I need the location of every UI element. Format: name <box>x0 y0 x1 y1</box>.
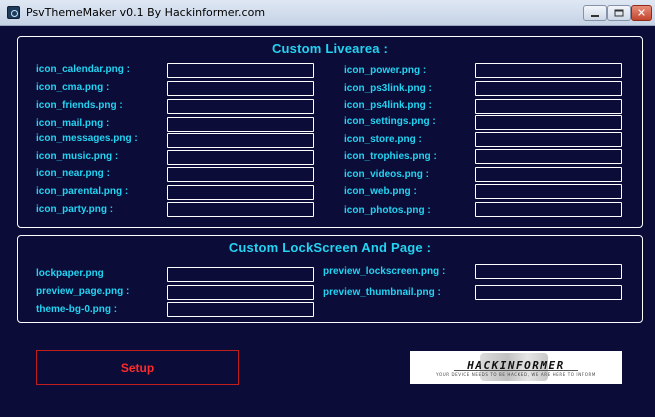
label-theme-bg: theme-bg-0.png : <box>36 304 118 315</box>
label-icon-trophies: icon_trophies.png : <box>344 151 437 162</box>
label-icon-calendar: icon_calendar.png : <box>36 64 130 75</box>
input-lockpaper[interactable] <box>167 267 314 282</box>
maximize-button[interactable] <box>607 5 631 21</box>
input-theme-bg[interactable] <box>167 302 314 317</box>
minimize-button[interactable] <box>583 5 607 21</box>
label-icon-music: icon_music.png : <box>36 151 119 162</box>
label-icon-near: icon_near.png : <box>36 168 110 179</box>
input-icon-parental[interactable] <box>167 185 314 200</box>
input-icon-photos[interactable] <box>475 202 622 217</box>
label-icon-ps3link: icon_ps3link.png : <box>344 83 432 94</box>
input-preview-lockscreen[interactable] <box>475 264 622 279</box>
logo-divider <box>454 370 578 371</box>
setup-button[interactable]: Setup <box>36 350 239 385</box>
label-icon-cma: icon_cma.png : <box>36 82 110 93</box>
input-icon-messages[interactable] <box>167 133 314 148</box>
label-preview-lockscreen: preview_lockscreen.png : <box>323 266 446 277</box>
input-icon-music[interactable] <box>167 150 314 165</box>
input-icon-trophies[interactable] <box>475 149 622 164</box>
input-icon-calendar[interactable] <box>167 63 314 78</box>
input-icon-mail[interactable] <box>167 117 314 132</box>
livearea-title: Custom Livearea : <box>271 41 389 56</box>
input-icon-party[interactable] <box>167 202 314 217</box>
label-icon-web: icon_web.png : <box>344 186 417 197</box>
label-preview-thumbnail: preview_thumbnail.png : <box>323 287 441 298</box>
input-icon-near[interactable] <box>167 167 314 182</box>
input-icon-videos[interactable] <box>475 167 622 182</box>
input-icon-power[interactable] <box>475 63 622 78</box>
minimize-icon <box>591 15 599 17</box>
input-icon-store[interactable] <box>475 132 622 147</box>
maximize-icon <box>614 9 624 17</box>
logo-tagline: YOUR DEVICE NEEDS TO BE HACKED, WE ARE H… <box>436 372 596 377</box>
label-icon-settings: icon_settings.png : <box>344 116 436 127</box>
lockscreen-title: Custom LockScreen And Page : <box>228 240 432 255</box>
label-icon-parental: icon_parental.png : <box>36 186 129 197</box>
label-icon-store: icon_store.png : <box>344 134 422 145</box>
label-icon-messages: icon_messages.png : <box>36 133 138 144</box>
title-bar: PsvThemeMaker v0.1 By Hackinformer.com ✕ <box>0 0 655 26</box>
label-lockpaper: lockpaper.png <box>36 268 104 279</box>
input-icon-ps3link[interactable] <box>475 81 622 96</box>
input-icon-friends[interactable] <box>167 99 314 114</box>
label-preview-page: preview_page.png : <box>36 286 130 297</box>
input-icon-web[interactable] <box>475 184 622 199</box>
input-icon-cma[interactable] <box>167 81 314 96</box>
window-title: PsvThemeMaker v0.1 By Hackinformer.com <box>26 6 266 19</box>
input-icon-settings[interactable] <box>475 115 622 130</box>
input-preview-thumbnail[interactable] <box>475 285 622 300</box>
label-icon-photos: icon_photos.png : <box>344 205 431 216</box>
label-icon-friends: icon_friends.png : <box>36 100 123 111</box>
label-icon-mail: icon_mail.png : <box>36 118 110 129</box>
label-icon-ps4link: icon_ps4link.png : <box>344 100 432 111</box>
label-icon-party: icon_party.png : <box>36 204 114 215</box>
label-icon-power: icon_power.png : <box>344 65 427 76</box>
input-icon-ps4link[interactable] <box>475 99 622 114</box>
label-icon-videos: icon_videos.png : <box>344 169 430 180</box>
hackinformer-logo[interactable]: HACKINFORMER YOUR DEVICE NEEDS TO BE HAC… <box>410 351 622 384</box>
close-icon: ✕ <box>636 6 647 20</box>
close-button[interactable]: ✕ <box>631 5 652 21</box>
app-icon <box>7 6 20 19</box>
input-preview-page[interactable] <box>167 285 314 300</box>
